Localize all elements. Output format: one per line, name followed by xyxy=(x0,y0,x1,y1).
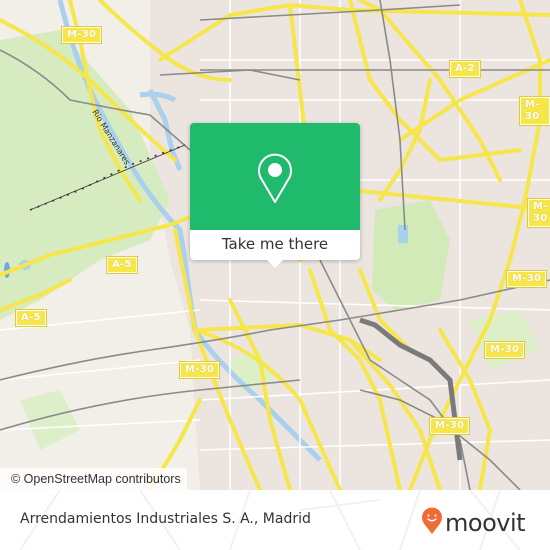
footer: Arrendamientos Industriales S. A., Madri… xyxy=(0,490,550,550)
moovit-logo[interactable]: moovit xyxy=(421,507,526,539)
road-label-a5: A-5 xyxy=(15,309,47,327)
place-name: Arrendamientos Industriales S. A., Madri… xyxy=(20,511,311,527)
road-label-m30: M-30 xyxy=(505,270,548,288)
road-label-m30: M-30 xyxy=(178,361,221,379)
road-label-m30: M-30 xyxy=(60,26,103,44)
map[interactable]: M-30 A-2 M-30 M-30 M-30 A-5 A-5 M-30 M-3… xyxy=(0,0,550,490)
road-label-m30: M-30 xyxy=(483,341,526,359)
road-label-m30: M-30 xyxy=(428,417,471,435)
popup-header xyxy=(190,123,360,230)
moovit-smiley-pin-icon xyxy=(421,507,443,539)
road-label-m30: M-30 xyxy=(519,96,550,126)
road-label-a2: A-2 xyxy=(449,60,481,78)
road-label-m30: M-30 xyxy=(527,198,550,228)
popup-pointer xyxy=(266,259,284,268)
road-label-a5: A-5 xyxy=(106,256,138,274)
moovit-wordmark: moovit xyxy=(445,509,526,537)
location-popup: Take me there xyxy=(190,123,360,268)
map-attribution[interactable]: © OpenStreetMap contributors xyxy=(0,468,187,490)
take-me-there-button[interactable]: Take me there xyxy=(190,230,360,260)
retiro-pond xyxy=(398,225,408,243)
park-area xyxy=(20,390,80,450)
